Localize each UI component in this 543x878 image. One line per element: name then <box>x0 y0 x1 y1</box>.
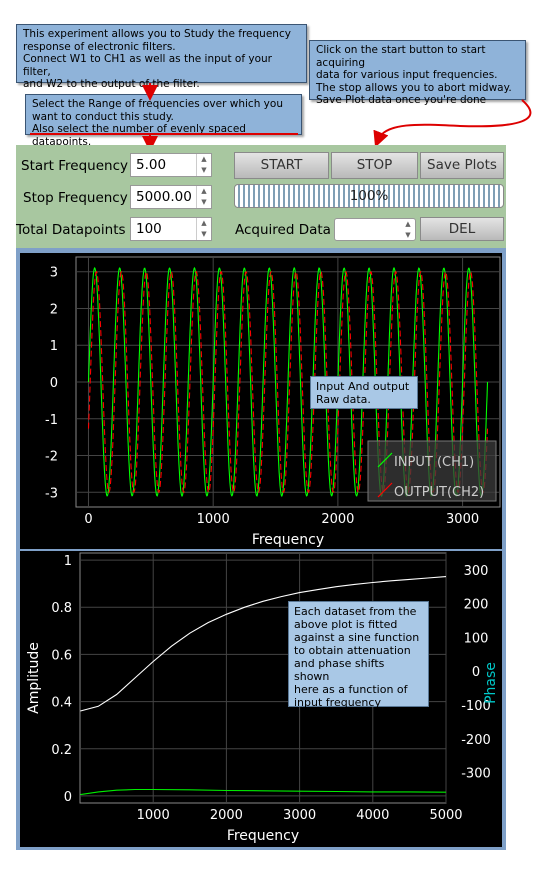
annotation-arrows <box>30 83 532 152</box>
y-tick-label: 3 <box>50 266 58 281</box>
progress-text: 100% <box>349 188 389 204</box>
x-axis-label: Frequency <box>252 532 324 548</box>
del-button[interactable]: DEL <box>420 217 504 241</box>
x-tick-label: 4000 <box>356 808 389 823</box>
frequency-response-plot[interactable]: 1000 2000 3000 4000 5000 0 0.2 0.4 0.6 0.8 1 300 200… <box>20 551 502 847</box>
y2-tick-label: 300 <box>464 564 489 579</box>
start-frequency-spinbox[interactable]: 5.00 ▲ ▼ <box>130 153 212 177</box>
start-frequency-value: 5.00 <box>136 157 167 173</box>
y2-axis-label: Phase <box>483 662 499 704</box>
acquired-data-select[interactable]: ▲ ▼ <box>334 218 416 241</box>
acquired-data-label: Acquired Data <box>235 222 331 238</box>
stop-button[interactable]: STOP <box>331 152 418 179</box>
y-tick-label: 1 <box>50 339 58 354</box>
y-tick-label: -1 <box>45 413 58 428</box>
y2-tick-label: -200 <box>461 733 491 748</box>
save-plots-button[interactable]: Save Plots <box>420 152 504 179</box>
select-arrows-icon[interactable]: ▲ ▼ <box>401 219 415 240</box>
fit-info-note: Each dataset from the above plot is fitt… <box>288 601 429 709</box>
start-frequency-label: Start Frequency <box>21 158 129 174</box>
start-button[interactable]: START <box>234 152 329 179</box>
plots-container: 0 1000 2000 3000 3 2 1 0 -1 -2 -3 Frequency INPUT (C… <box>16 248 506 850</box>
y-tick-label: -3 <box>45 486 58 501</box>
stop-frequency-label: Stop Frequency <box>23 190 128 206</box>
x-tick-label: 2000 <box>321 512 354 527</box>
total-datapoints-label: Total Datapoints <box>16 222 126 238</box>
x-tick-label: 3000 <box>283 808 316 823</box>
spin-arrows-icon[interactable]: ▲ ▼ <box>196 218 211 240</box>
y-tick-label: 0 <box>64 790 72 805</box>
legend-label: INPUT (CH1) <box>394 455 474 470</box>
y-tick-label: 1 <box>64 554 72 569</box>
x-tick-label: 5000 <box>429 808 462 823</box>
y-tick-label: 0.2 <box>51 743 72 758</box>
raw-data-plot[interactable]: 0 1000 2000 3000 3 2 1 0 -1 -2 -3 Frequency INPUT (C… <box>20 253 502 549</box>
x-tick-label: 3000 <box>446 512 479 527</box>
y2-tick-label: 0 <box>472 665 480 680</box>
y2-tick-label: 100 <box>464 631 489 646</box>
phase-line <box>80 788 447 796</box>
start-help-arrow <box>373 99 532 148</box>
spin-arrows-icon[interactable]: ▲ ▼ <box>196 186 211 208</box>
raw-data-note: Input And output Raw data. <box>310 376 418 409</box>
y-tick-label: 0.4 <box>51 696 72 711</box>
x-tick-label: 0 <box>84 512 92 527</box>
x-axis-label: Frequency <box>227 828 299 844</box>
y-tick-label: 0 <box>50 376 58 391</box>
y2-tick-label: -300 <box>461 767 491 782</box>
y-tick-label: -2 <box>45 450 58 465</box>
y-tick-label: 0.6 <box>51 648 72 663</box>
acquisition-progress-bar: 100% <box>234 184 504 208</box>
total-datapoints-value: 100 <box>136 221 162 237</box>
stop-frequency-value: 5000.00 <box>136 189 192 205</box>
y-tick-label: 0.8 <box>51 601 72 616</box>
y-tick-label: 2 <box>50 302 58 317</box>
x-tick-label: 2000 <box>210 808 243 823</box>
legend-label: OUTPUT(CH2) <box>394 485 484 500</box>
total-datapoints-spinbox[interactable]: 100 ▲ ▼ <box>130 217 212 241</box>
x-tick-label: 1000 <box>197 512 230 527</box>
x-tick-label: 1000 <box>137 808 170 823</box>
stop-frequency-spinbox[interactable]: 5000.00 ▲ ▼ <box>130 185 212 209</box>
y-axis-label: Amplitude <box>26 642 42 714</box>
spin-arrows-icon[interactable]: ▲ ▼ <box>196 154 211 176</box>
control-panel: Start Frequency 5.00 ▲ ▼ Stop Frequency 5… <box>16 145 506 248</box>
y2-tick-label: 200 <box>464 598 489 613</box>
